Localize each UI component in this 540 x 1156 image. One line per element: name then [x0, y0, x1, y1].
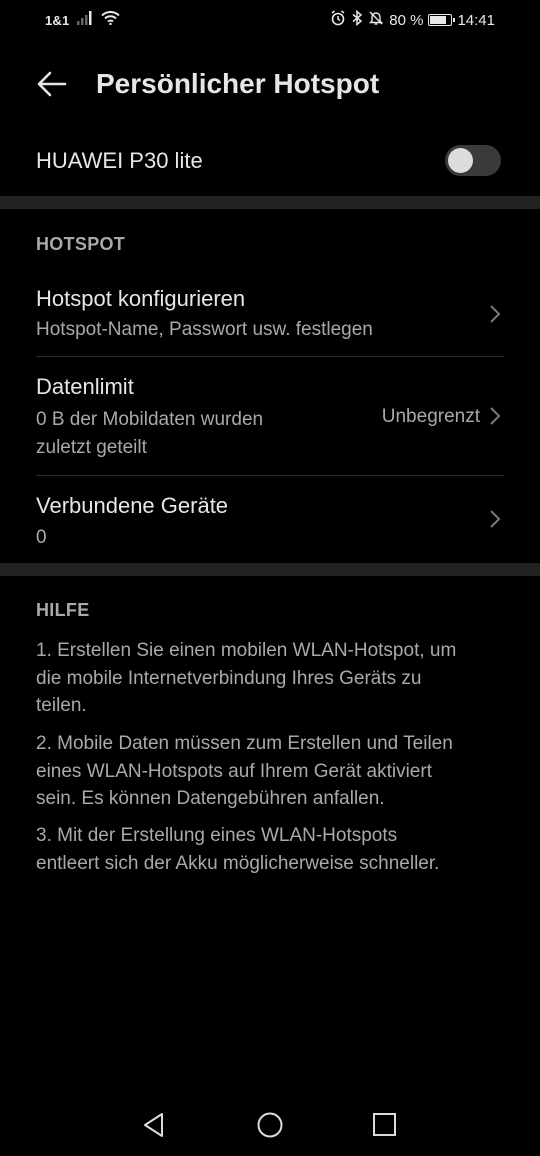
- help-line: 3. Mit der Erstellung eines WLAN-Hotspot…: [36, 825, 398, 846]
- list-item-data-limit[interactable]: Datenlimit 0 B der Mobildaten wurden zul…: [0, 357, 540, 475]
- back-button[interactable]: [34, 66, 70, 102]
- help-line: die mobile Internetverbindung Ihres Gerä…: [36, 667, 422, 689]
- alarm-icon: [330, 10, 346, 30]
- section-header-hotspot: HOTSPOT: [36, 234, 126, 254]
- section-separator: [0, 196, 540, 209]
- nav-recents-button[interactable]: [370, 1110, 400, 1140]
- battery-percent: 80 %: [389, 11, 424, 29]
- connected-devices-count: 0: [36, 527, 47, 548]
- help-line: entleert sich der Akku möglicherweise sc…: [36, 852, 440, 874]
- nav-home-button[interactable]: [255, 1110, 285, 1140]
- data-limit-value: Unbegrenzt: [381, 406, 480, 427]
- chevron-right-icon: [490, 305, 501, 323]
- status-bar: 1&1 80 % 14:41: [0, 0, 540, 40]
- item-title: Datenlimit: [36, 374, 134, 399]
- help-line: teilen.: [36, 695, 87, 716]
- battery-icon: [428, 14, 456, 26]
- page-title: Persönlicher Hotspot: [96, 68, 380, 99]
- section-header-help: HILFE: [36, 600, 90, 620]
- help-paragraph-3: 3. Mit der Erstellung eines WLAN-Hotspot…: [36, 822, 500, 877]
- list-item-configure-hotspot[interactable]: Hotspot konfigurieren Hotspot-Name, Pass…: [0, 270, 540, 356]
- hotspot-toggle-row[interactable]: HUAWEI P30 lite: [0, 134, 540, 188]
- item-subtitle: Hotspot-Name, Passwort usw. festlegen: [36, 319, 373, 340]
- mute-icon: [368, 10, 384, 30]
- item-subtitle-line1: 0 B der Mobildaten wurden: [36, 409, 264, 430]
- chevron-right-icon: [490, 510, 501, 528]
- item-title: Hotspot konfigurieren: [36, 286, 246, 311]
- status-bar-left: 1&1: [45, 11, 121, 29]
- help-line: 1. Erstellen Sie einen mobilen WLAN-Hots…: [36, 640, 457, 661]
- hotspot-toggle[interactable]: [445, 145, 501, 176]
- chevron-right-icon: [490, 407, 501, 425]
- navigation-bar: [0, 1100, 540, 1150]
- bluetooth-icon: [351, 9, 363, 30]
- help-paragraph-1: 1. Erstellen Sie einen mobilen WLAN-Hots…: [36, 637, 500, 720]
- recents-square-icon: [373, 1113, 396, 1136]
- wifi-icon: [101, 11, 121, 29]
- help-paragraph-2: 2. Mobile Daten müssen zum Erstellen und…: [36, 730, 500, 813]
- signal-icon: [77, 11, 93, 29]
- toggle-knob: [448, 148, 473, 173]
- help-line: sein. Es können Datengebühren anfallen.: [36, 788, 385, 809]
- battery-level: [430, 16, 446, 24]
- help-line: 2. Mobile Daten müssen zum Erstellen und…: [36, 733, 453, 754]
- device-name: HUAWEI P30 lite: [36, 148, 203, 173]
- item-subtitle-line2: zuletzt geteilt: [36, 437, 147, 458]
- help-line: eines WLAN-Hotspots auf Ihrem Gerät akti…: [36, 760, 432, 782]
- arrow-left-icon: [37, 71, 67, 97]
- item-title: Verbundene Geräte: [36, 493, 229, 518]
- status-bar-right: 80 % 14:41: [330, 9, 495, 30]
- section-separator: [0, 563, 540, 576]
- list-item-connected-devices[interactable]: Verbundene Geräte 0: [0, 476, 540, 562]
- carrier-label: 1&1: [45, 12, 70, 28]
- app-bar: Persönlicher Hotspot: [0, 52, 540, 116]
- nav-back-button[interactable]: [139, 1110, 169, 1140]
- back-triangle-icon: [144, 1113, 163, 1137]
- clock: 14:41: [457, 11, 495, 29]
- home-circle-icon: [257, 1112, 283, 1138]
